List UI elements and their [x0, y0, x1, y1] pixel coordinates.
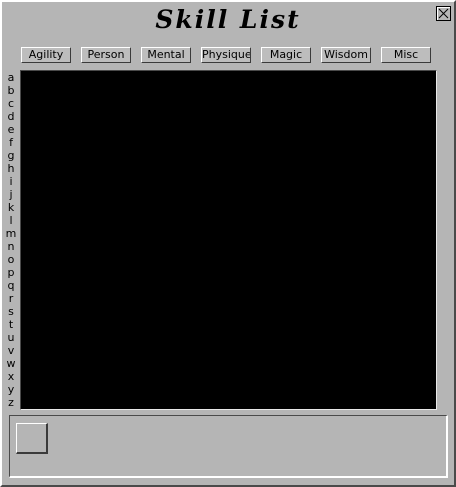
alphabet-letter-c[interactable]: c	[5, 97, 17, 110]
tab-agility[interactable]: Agility	[21, 47, 71, 63]
alphabet-letter-b[interactable]: b	[5, 84, 17, 97]
skill-list-window: Skill List Agility Person Mental Physiqu…	[0, 0, 456, 487]
alphabet-letter-d[interactable]: d	[5, 110, 17, 123]
alphabet-letter-l[interactable]: l	[5, 214, 17, 227]
close-x-icon	[438, 8, 449, 19]
alphabet-letter-h[interactable]: h	[5, 162, 17, 175]
window-title: Skill List	[155, 5, 301, 34]
alphabet-letter-s[interactable]: s	[5, 305, 17, 318]
alphabet-letter-x[interactable]: x	[5, 370, 17, 383]
skill-category-tabs: Agility Person Mental Physique Magic Wis…	[2, 47, 454, 65]
alphabet-letter-q[interactable]: q	[5, 279, 17, 292]
alphabet-letter-n[interactable]: n	[5, 240, 17, 253]
tab-mental[interactable]: Mental	[141, 47, 191, 63]
alphabet-letter-m[interactable]: m	[5, 227, 17, 240]
alphabet-letter-t[interactable]: t	[5, 318, 17, 331]
alphabet-letter-e[interactable]: e	[5, 123, 17, 136]
alphabet-letter-y[interactable]: y	[5, 383, 17, 396]
alphabet-letter-f[interactable]: f	[5, 136, 17, 149]
tab-misc[interactable]: Misc	[381, 47, 431, 63]
alphabet-letter-z[interactable]: z	[5, 396, 17, 409]
skill-icon-slot[interactable]	[16, 423, 48, 454]
tab-magic[interactable]: Magic	[261, 47, 311, 63]
tab-person[interactable]: Person	[81, 47, 131, 63]
alphabet-letter-i[interactable]: i	[5, 175, 17, 188]
alphabet-letter-r[interactable]: r	[5, 292, 17, 305]
alphabet-letter-a[interactable]: a	[5, 71, 17, 84]
alphabet-letter-u[interactable]: u	[5, 331, 17, 344]
alphabet-letter-p[interactable]: p	[5, 266, 17, 279]
alphabet-letter-g[interactable]: g	[5, 149, 17, 162]
alphabet-letter-w[interactable]: w	[5, 357, 17, 370]
skill-detail-panel	[9, 415, 448, 478]
tab-physique[interactable]: Physique	[201, 47, 251, 63]
alphabet-letter-o[interactable]: o	[5, 253, 17, 266]
tab-wisdom[interactable]: Wisdom	[321, 47, 371, 63]
alphabet-letter-v[interactable]: v	[5, 344, 17, 357]
skill-list-area[interactable]	[20, 70, 437, 410]
alphabet-index: abcdefghijklmnopqrstuvwxyz	[5, 71, 17, 409]
close-button[interactable]	[436, 6, 451, 21]
alphabet-letter-k[interactable]: k	[5, 201, 17, 214]
alphabet-letter-j[interactable]: j	[5, 188, 17, 201]
